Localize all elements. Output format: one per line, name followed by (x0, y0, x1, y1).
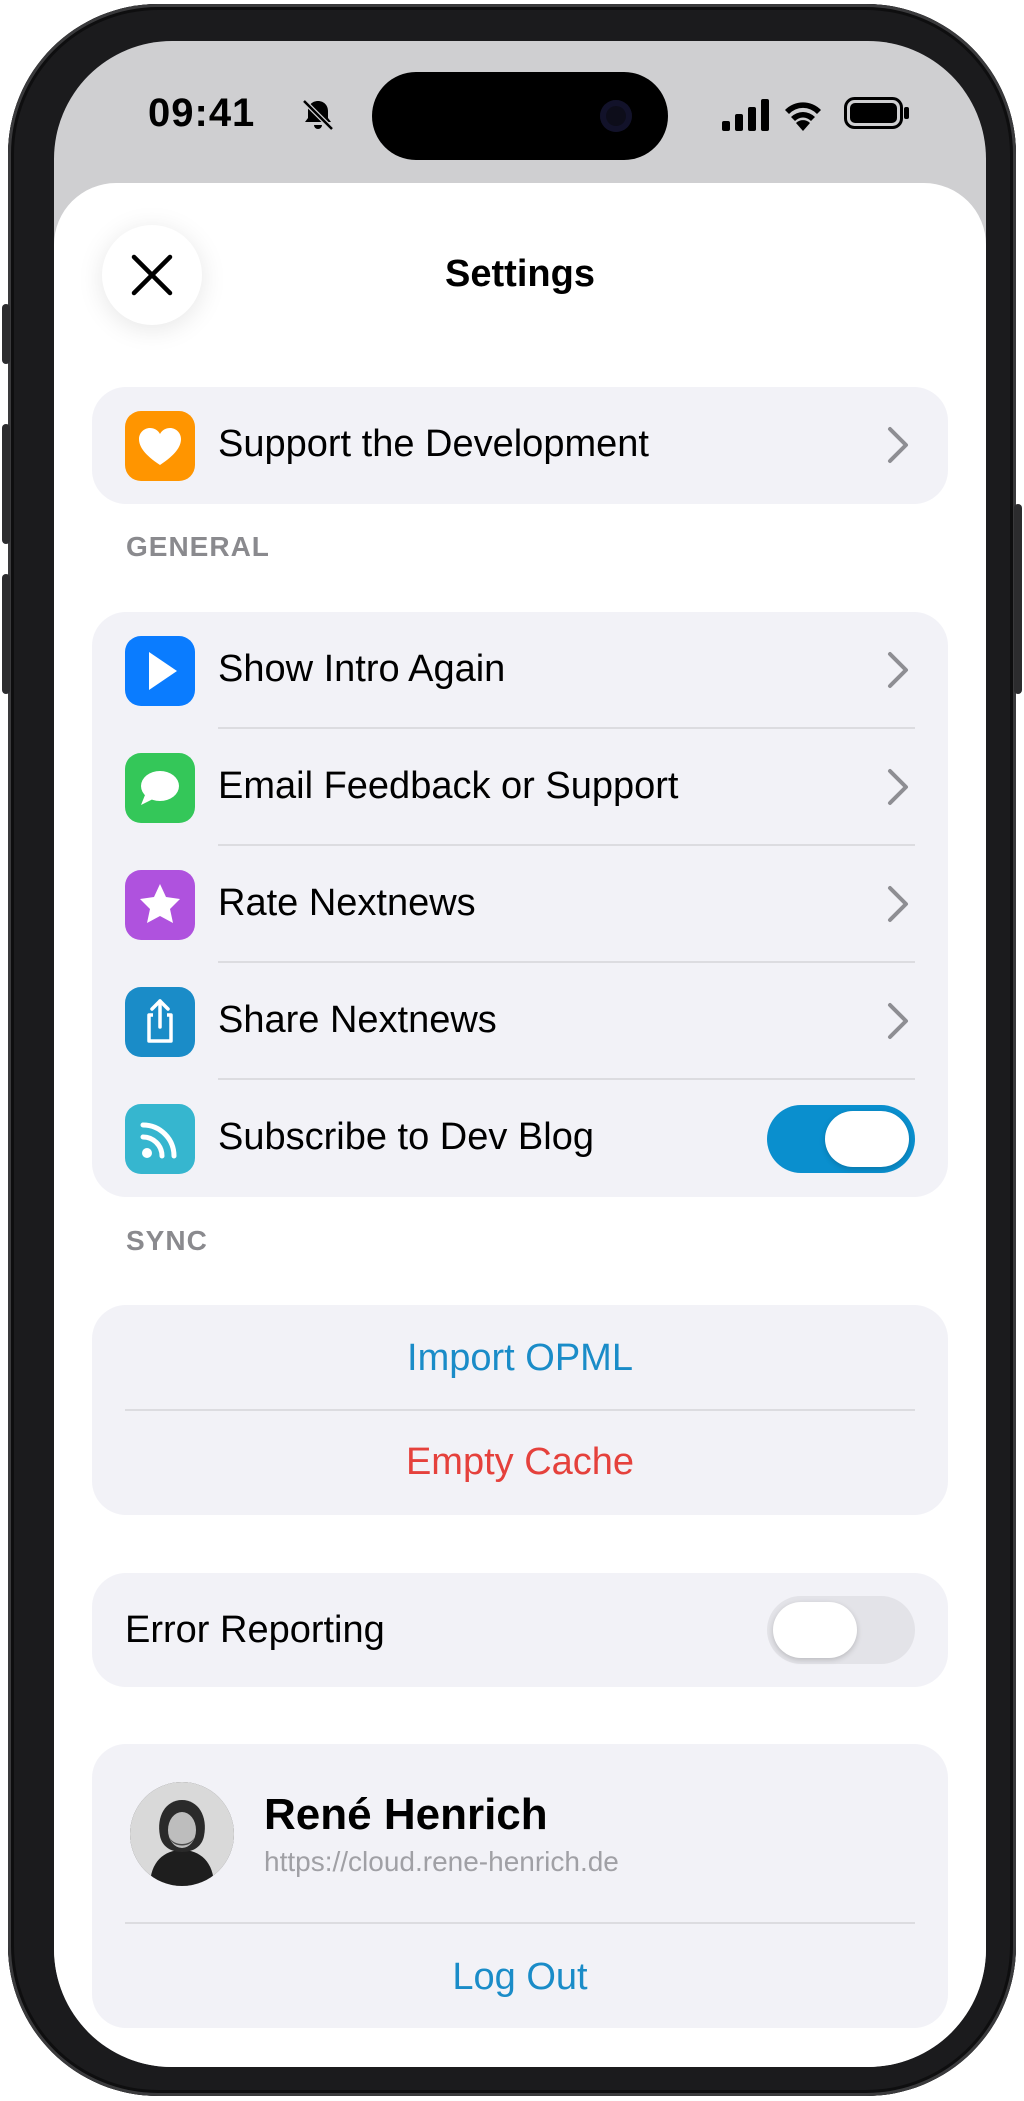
support-development-row[interactable]: Support the Development (92, 387, 948, 504)
chevron-right-icon (888, 886, 908, 922)
chevron-right-icon (888, 652, 908, 688)
mute-switch (2, 304, 10, 364)
avatar (130, 1782, 234, 1886)
battery-icon (844, 97, 909, 129)
status-bar: 09:41 (54, 41, 986, 181)
phone-frame: 09:41 Settings Support the Development G… (2, 4, 1022, 2096)
settings-sheet: Settings Support the Development GENERAL (54, 183, 986, 2067)
toggle-knob (825, 1111, 909, 1167)
bell-slash-icon (302, 99, 334, 131)
chevron-right-icon (888, 427, 908, 463)
user-server-url: https://cloud.rene-henrich.de (264, 1846, 619, 1877)
subscribe-dev-blog-row: Subscribe to Dev Blog (92, 1080, 948, 1197)
log-out-button[interactable]: Log Out (92, 1956, 948, 1999)
import-opml-button[interactable]: Import OPML (92, 1337, 948, 1380)
share-icon (125, 987, 195, 1057)
user-name: René Henrich (264, 1790, 548, 1839)
subscribe-dev-blog-label: Subscribe to Dev Blog (218, 1116, 594, 1158)
volume-down-button (2, 574, 10, 694)
power-button (1014, 504, 1022, 694)
cellular-signal-icon (722, 99, 769, 131)
camera-icon (600, 100, 632, 132)
show-intro-row[interactable]: Show Intro Again (92, 612, 948, 729)
general-group: Show Intro Again Email Feedback or Suppo… (92, 612, 948, 1197)
chevron-right-icon (888, 1003, 908, 1039)
message-bubble-icon (125, 753, 195, 823)
rss-icon (125, 1104, 195, 1174)
error-reporting-group: Error Reporting (92, 1573, 948, 1687)
general-section-header: GENERAL (126, 531, 270, 562)
account-group: René Henrich https://cloud.rene-henrich.… (92, 1744, 948, 2028)
star-icon (125, 870, 195, 940)
toggle-knob (773, 1602, 857, 1658)
error-reporting-row: Error Reporting (92, 1573, 948, 1687)
status-time: 09:41 (148, 91, 256, 135)
rate-nextnews-row[interactable]: Rate Nextnews (92, 846, 948, 963)
error-reporting-label: Error Reporting (125, 1609, 385, 1651)
play-icon (125, 636, 195, 706)
show-intro-label: Show Intro Again (218, 648, 506, 690)
share-nextnews-row[interactable]: Share Nextnews (92, 963, 948, 1080)
row-separator (125, 1409, 915, 1411)
sync-group: Import OPML Empty Cache (92, 1305, 948, 1515)
error-reporting-toggle[interactable] (767, 1596, 915, 1664)
rate-nextnews-label: Rate Nextnews (218, 882, 476, 924)
heart-icon (125, 411, 195, 481)
share-nextnews-label: Share Nextnews (218, 999, 497, 1041)
empty-cache-button[interactable]: Empty Cache (92, 1441, 948, 1484)
email-feedback-row[interactable]: Email Feedback or Support (92, 729, 948, 846)
dev-blog-toggle[interactable] (767, 1105, 915, 1173)
support-development-label: Support the Development (218, 423, 649, 465)
chevron-right-icon (888, 769, 908, 805)
dynamic-island (372, 72, 668, 160)
support-group: Support the Development (92, 387, 948, 504)
screen: 09:41 Settings Support the Development G… (54, 41, 986, 2067)
volume-up-button (2, 424, 10, 544)
email-feedback-label: Email Feedback or Support (218, 765, 679, 807)
wifi-icon (785, 102, 821, 131)
page-title: Settings (445, 253, 595, 295)
row-separator (125, 1922, 915, 1924)
sync-section-header: SYNC (126, 1225, 208, 1256)
